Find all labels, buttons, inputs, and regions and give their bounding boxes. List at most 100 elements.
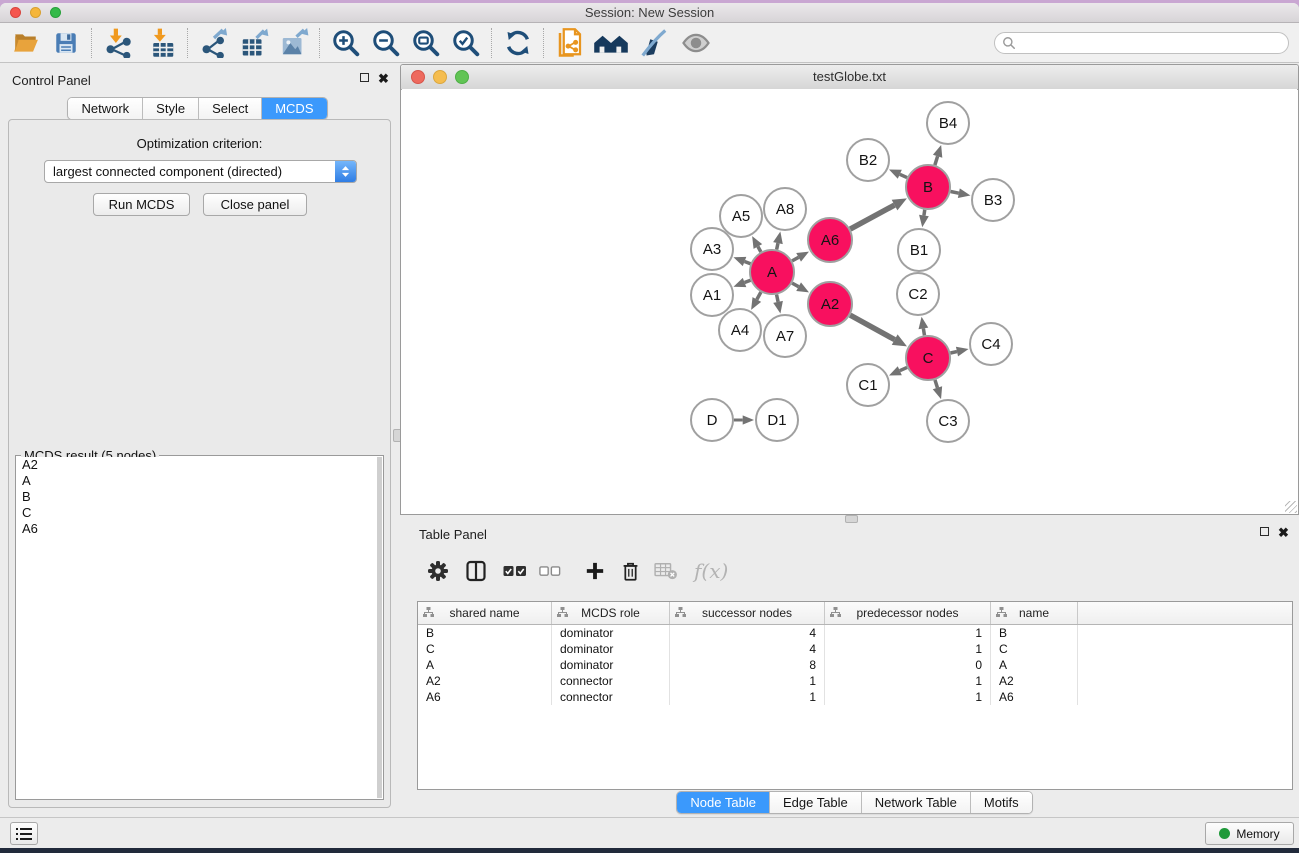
table-row[interactable]: Adominator80A (418, 657, 1292, 673)
table-cell[interactable]: connector (552, 673, 670, 689)
table-cell[interactable]: B (991, 625, 1078, 641)
column-header-mcds-role[interactable]: MCDS role (552, 602, 670, 624)
close-panel-button[interactable]: Close panel (203, 193, 307, 216)
graph-node-B3[interactable]: B3 (972, 179, 1014, 221)
graph-node-A8[interactable]: A8 (764, 188, 806, 230)
run-mcds-button[interactable]: Run MCDS (93, 193, 190, 216)
control-panel-close-icon[interactable]: ✖ (378, 73, 389, 84)
hide-annotations-button[interactable] (638, 27, 670, 59)
tab-select[interactable]: Select (198, 98, 261, 119)
delete-table-button[interactable] (654, 561, 678, 581)
edge-C-C4[interactable] (950, 352, 957, 353)
edge-A-A5[interactable] (758, 246, 761, 251)
edge-C-C2[interactable] (923, 328, 924, 335)
import-table-button[interactable] (146, 27, 178, 59)
table-cell[interactable]: 0 (825, 657, 991, 673)
table-cell[interactable]: dominator (552, 641, 670, 657)
edge-A6-B[interactable] (850, 205, 894, 229)
network-window-titlebar[interactable]: testGlobe.txt (401, 65, 1298, 90)
edge-B-B4[interactable] (935, 156, 938, 165)
control-panel-float-icon[interactable] (360, 73, 369, 82)
task-history-button[interactable] (10, 822, 38, 845)
import-network-button[interactable] (102, 27, 134, 59)
graph-node-A5[interactable]: A5 (720, 195, 762, 237)
tab-network-table[interactable]: Network Table (861, 792, 970, 813)
criterion-dropdown[interactable]: largest connected component (directed) (44, 160, 357, 183)
save-session-button[interactable] (50, 27, 82, 59)
table-cell[interactable]: dominator (552, 657, 670, 673)
edge-C-C3[interactable] (935, 380, 937, 388)
result-item[interactable]: C (17, 505, 377, 521)
memory-button[interactable]: Memory (1205, 822, 1294, 845)
table-row[interactable]: A2connector11A2 (418, 673, 1292, 689)
refresh-button[interactable] (502, 27, 534, 59)
table-row[interactable]: Bdominator41B (418, 625, 1292, 641)
table-cell[interactable]: A6 (991, 689, 1078, 705)
table-cell[interactable]: 8 (670, 657, 825, 673)
edge-A-A3[interactable] (745, 261, 751, 263)
graph-node-A7[interactable]: A7 (764, 315, 806, 357)
graph-node-A3[interactable]: A3 (691, 228, 733, 270)
create-column-button[interactable] (585, 561, 605, 581)
edge-A2-C[interactable] (850, 315, 895, 340)
graph-node-D1[interactable]: D1 (756, 399, 798, 441)
result-item[interactable]: A (17, 473, 377, 489)
column-header-shared-name[interactable]: shared name (418, 602, 552, 624)
table-cell[interactable]: dominator (552, 625, 670, 641)
network-from-file-button[interactable] (554, 27, 586, 59)
table-cell[interactable]: B (418, 625, 552, 641)
graph-node-A4[interactable]: A4 (719, 309, 761, 351)
graph-node-B2[interactable]: B2 (847, 139, 889, 181)
table-cell[interactable]: A (991, 657, 1078, 673)
graph-node-C1[interactable]: C1 (847, 364, 889, 406)
graph-node-C2[interactable]: C2 (897, 273, 939, 315)
column-header-name[interactable]: name (991, 602, 1078, 624)
edge-A-A1[interactable] (745, 280, 751, 282)
graph-node-A1[interactable]: A1 (691, 274, 733, 316)
export-image-button[interactable] (278, 27, 310, 59)
home-button[interactable] (592, 27, 630, 59)
graph-node-C[interactable]: C (906, 336, 950, 380)
table-cell[interactable]: C (991, 641, 1078, 657)
table-cell[interactable]: A2 (991, 673, 1078, 689)
zoom-in-button[interactable] (330, 27, 362, 59)
tab-node-table[interactable]: Node Table (677, 792, 769, 813)
table-panel-close-icon[interactable]: ✖ (1278, 527, 1289, 538)
zoom-out-button[interactable] (370, 27, 402, 59)
table-panel-float-icon[interactable] (1260, 527, 1269, 536)
zoom-selected-button[interactable] (450, 27, 482, 59)
table-cell[interactable]: 1 (825, 641, 991, 657)
edge-A-A4[interactable] (757, 292, 761, 299)
table-cell[interactable]: 4 (670, 625, 825, 641)
table-cell[interactable]: 1 (825, 689, 991, 705)
show-columns-button[interactable] (465, 560, 487, 582)
tab-edge-table[interactable]: Edge Table (769, 792, 861, 813)
table-cell[interactable]: A6 (418, 689, 552, 705)
export-network-button[interactable] (198, 27, 230, 59)
network-canvas[interactable]: B4B2BB3A8A5A6A3B1AC2A1A2A4A7C4CC1C3DD1 (402, 89, 1297, 513)
column-header-successor-nodes[interactable]: successor nodes (670, 602, 825, 624)
table-cell[interactable]: C (418, 641, 552, 657)
table-cell[interactable]: 1 (825, 625, 991, 641)
edge-B-B1[interactable] (924, 210, 925, 216)
graph-node-C3[interactable]: C3 (927, 400, 969, 442)
tab-mcds[interactable]: MCDS (261, 98, 326, 119)
table-row[interactable]: Cdominator41C (418, 641, 1292, 657)
edge-C-C1[interactable] (900, 367, 907, 370)
graph-node-A6[interactable]: A6 (808, 218, 852, 262)
edge-B-B2[interactable] (900, 174, 907, 177)
zoom-fit-button[interactable] (410, 27, 442, 59)
table-cell[interactable]: A (418, 657, 552, 673)
tab-motifs[interactable]: Motifs (970, 792, 1032, 813)
graph-node-D[interactable]: D (691, 399, 733, 441)
edge-A-A8[interactable] (777, 243, 778, 249)
column-header-predecessor-nodes[interactable]: predecessor nodes (825, 602, 991, 624)
tab-network[interactable]: Network (68, 98, 142, 119)
graph-node-A2[interactable]: A2 (808, 282, 852, 326)
table-cell[interactable]: 1 (825, 673, 991, 689)
edge-A-A7[interactable] (777, 295, 778, 302)
open-session-button[interactable] (10, 27, 42, 59)
table-row[interactable]: A6connector11A6 (418, 689, 1292, 705)
table-cell[interactable]: 1 (670, 689, 825, 705)
table-cell[interactable]: 4 (670, 641, 825, 657)
